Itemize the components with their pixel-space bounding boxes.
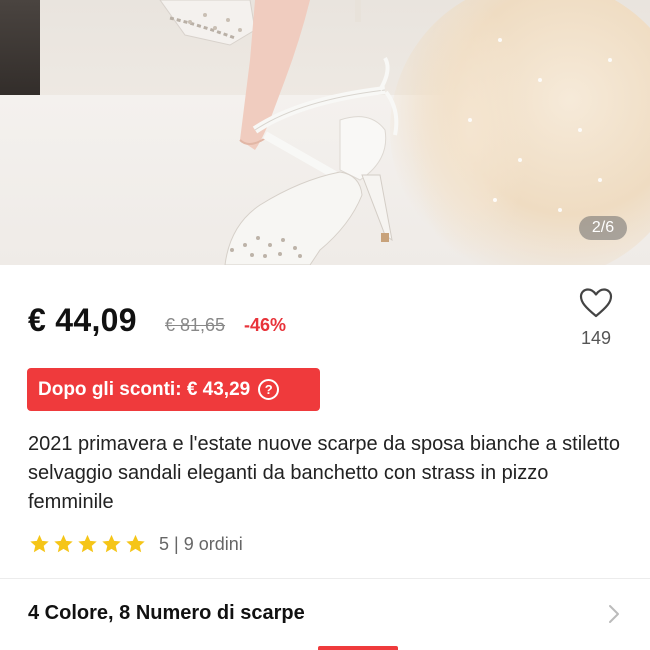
current-price: € 44,09	[28, 302, 137, 338]
star-icon	[54, 534, 73, 553]
heart-icon	[579, 288, 613, 318]
order-count: 9 ordini	[183, 533, 243, 554]
product-image[interactable]: 2/6	[0, 0, 650, 265]
product-title: 2021 primavera e l'estate nuove scarpe d…	[28, 433, 620, 513]
info-icon[interactable]: ?	[258, 379, 280, 400]
rating-row[interactable]: 5 | 9 ordini	[28, 533, 243, 555]
rating-summary: 5 | 9 ordini	[159, 533, 243, 554]
star-icon	[126, 534, 145, 553]
section-divider	[0, 578, 650, 579]
partial-red-button	[318, 646, 398, 650]
after-discount-label: Dopo gli sconti: € 43,29	[38, 378, 251, 400]
star-icon	[78, 534, 97, 553]
chevron-right-icon[interactable]	[607, 603, 621, 625]
after-discount-badge[interactable]: Dopo gli sconti: € 43,29 ?	[27, 368, 320, 411]
wishlist-count: 149	[580, 328, 612, 348]
star-icon	[30, 534, 49, 553]
star-icon	[102, 534, 121, 553]
shoe-illustration	[159, 0, 612, 265]
star-rating	[28, 533, 147, 555]
wishlist-button[interactable]: 149	[572, 287, 620, 349]
image-counter: 2/6	[579, 216, 627, 240]
rating-score: 5	[159, 533, 170, 554]
discount-percent: -46%	[244, 315, 287, 335]
original-price: € 81,65	[165, 315, 226, 335]
variant-selector-label[interactable]: 4 Colore, 8 Numero di scarpe	[28, 602, 305, 625]
